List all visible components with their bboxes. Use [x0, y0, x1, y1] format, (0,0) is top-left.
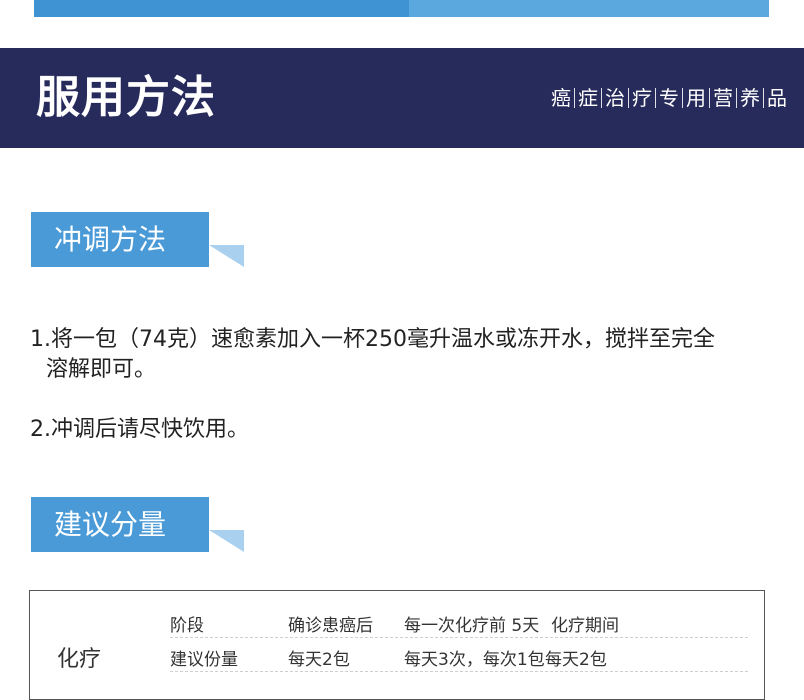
- tagline-char: 品: [767, 86, 787, 110]
- tagline-char: 营: [713, 86, 733, 110]
- table-cell: 每天2包: [288, 650, 350, 670]
- dosage-table: 化疗 阶段 确诊患癌后 每一次化疗前 5天 化疗期间 建议份量 每天2包 每天3…: [29, 590, 765, 700]
- page-title: 服用方法: [36, 72, 216, 123]
- header-tagline: 癌 症 治 疗 专 用 营 养 品: [548, 85, 790, 111]
- tagline-char: 用: [686, 86, 706, 110]
- section-label-mixing: 冲调方法: [31, 212, 209, 267]
- table-cell: 每天2包: [545, 650, 607, 670]
- tagline-divider: [763, 88, 764, 108]
- tagline-char: 疗: [632, 86, 652, 110]
- mixing-step-1: 1.将一包（74克）速愈素加入一杯250毫升温水或冻开水，搅拌至完全 溶解即可。: [30, 325, 780, 385]
- table-cell: 阶段: [170, 616, 204, 636]
- tagline-char: 症: [578, 86, 598, 110]
- tagline-divider: [628, 88, 629, 108]
- tagline-char: 治: [605, 86, 625, 110]
- mixing-step-1-line-2: 溶解即可。: [46, 357, 157, 382]
- dosage-row-label: 化疗: [57, 647, 102, 672]
- tagline-divider: [574, 88, 575, 108]
- table-cell: 建议份量: [170, 650, 238, 670]
- top-accent-bar: [34, 0, 769, 17]
- tagline-divider: [601, 88, 602, 108]
- mixing-step-1-line-1: 1.将一包（74克）速愈素加入一杯250毫升温水或冻开水，搅拌至完全: [30, 327, 715, 352]
- section-label-dosage: 建议分量: [31, 497, 209, 552]
- tagline-divider: [736, 88, 737, 108]
- table-row: 阶段 确诊患癌后 每一次化疗前 5天 化疗期间: [170, 603, 748, 638]
- table-cell: 每一次化疗前 5天: [404, 616, 540, 636]
- section-label-arrow: [209, 530, 244, 552]
- tagline-char: 专: [659, 86, 679, 110]
- tagline-divider: [655, 88, 656, 108]
- table-cell: 化疗期间: [551, 616, 619, 636]
- tagline-char: 养: [740, 86, 760, 110]
- table-cell: 每天3次，每次1包: [404, 650, 545, 670]
- table-row: 建议份量 每天2包 每天3次，每次1包 每天2包: [170, 637, 748, 672]
- tagline-char: 癌: [551, 86, 571, 110]
- page-header: 服用方法 癌 症 治 疗 专 用 营 养 品: [0, 48, 804, 148]
- tagline-divider: [709, 88, 710, 108]
- section-label-arrow: [209, 245, 244, 267]
- table-cell: 确诊患癌后: [288, 616, 373, 636]
- tagline-divider: [682, 88, 683, 108]
- mixing-step-2: 2.冲调后请尽快饮用。: [30, 417, 249, 442]
